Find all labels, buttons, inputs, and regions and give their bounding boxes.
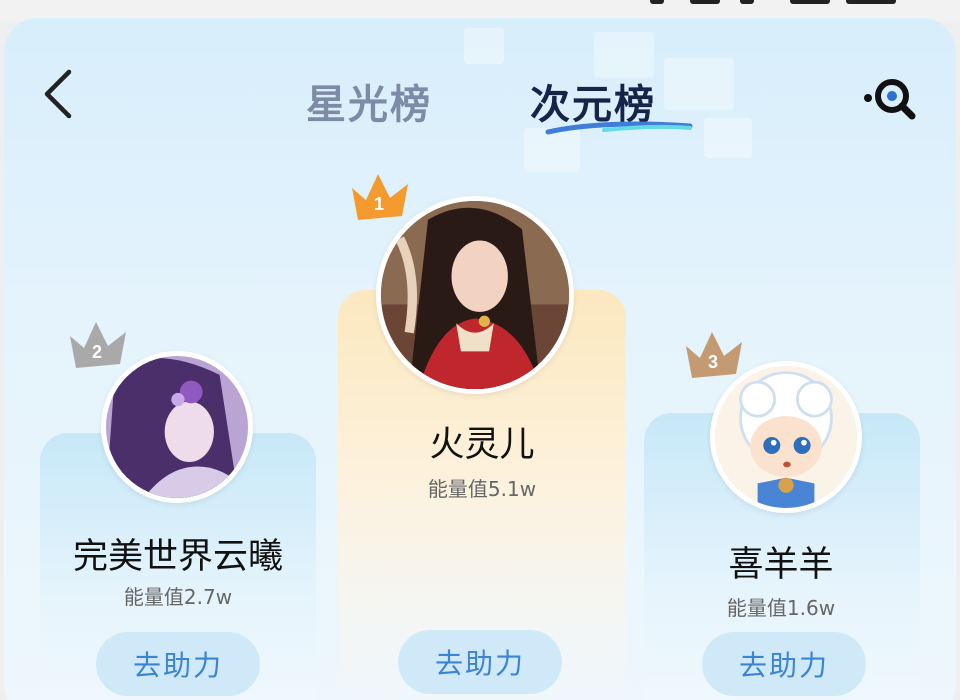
energy-rank-3: 能量值1.6w [726,596,836,620]
help-button-rank-1[interactable]: 去助力 [398,630,562,694]
crown-rank-1-number: 1 [374,194,384,214]
name-rank-1: 火灵儿 [429,425,535,465]
energy-rank-2: 能量值2.7w [123,585,233,609]
help-button-rank-2[interactable]: 去助力 [96,632,260,696]
avatar-rank-2[interactable] [101,351,253,503]
avatar-rank-1[interactable] [376,196,574,394]
back-button[interactable] [34,66,80,122]
chevron-left-icon [44,69,72,119]
energy-rank-1: 能量值5.1w [427,477,537,501]
crown-rank-3-number: 3 [708,352,718,372]
name-rank-3: 喜羊羊 [728,545,834,585]
crown-rank-1-icon: 1 [352,174,408,220]
active-tab-underline [545,121,693,135]
leaderboard-card: 星光榜 次元榜 1 火灵儿 能量值5.1w 去助力 2 完美世界云曦 能量值2.… [4,18,956,700]
name-rank-2: 完美世界云曦 [72,537,283,577]
help-button-rank-3[interactable]: 去助力 [702,632,866,696]
tab-star-ranking[interactable]: 星光榜 [306,72,432,130]
crown-rank-2-icon: 2 [70,322,126,368]
search-icon [864,79,916,120]
crown-rank-3-icon: 3 [686,332,742,378]
crown-rank-2-number: 2 [92,342,102,362]
avatar-rank-3[interactable] [710,361,862,513]
search-button[interactable] [860,74,926,124]
